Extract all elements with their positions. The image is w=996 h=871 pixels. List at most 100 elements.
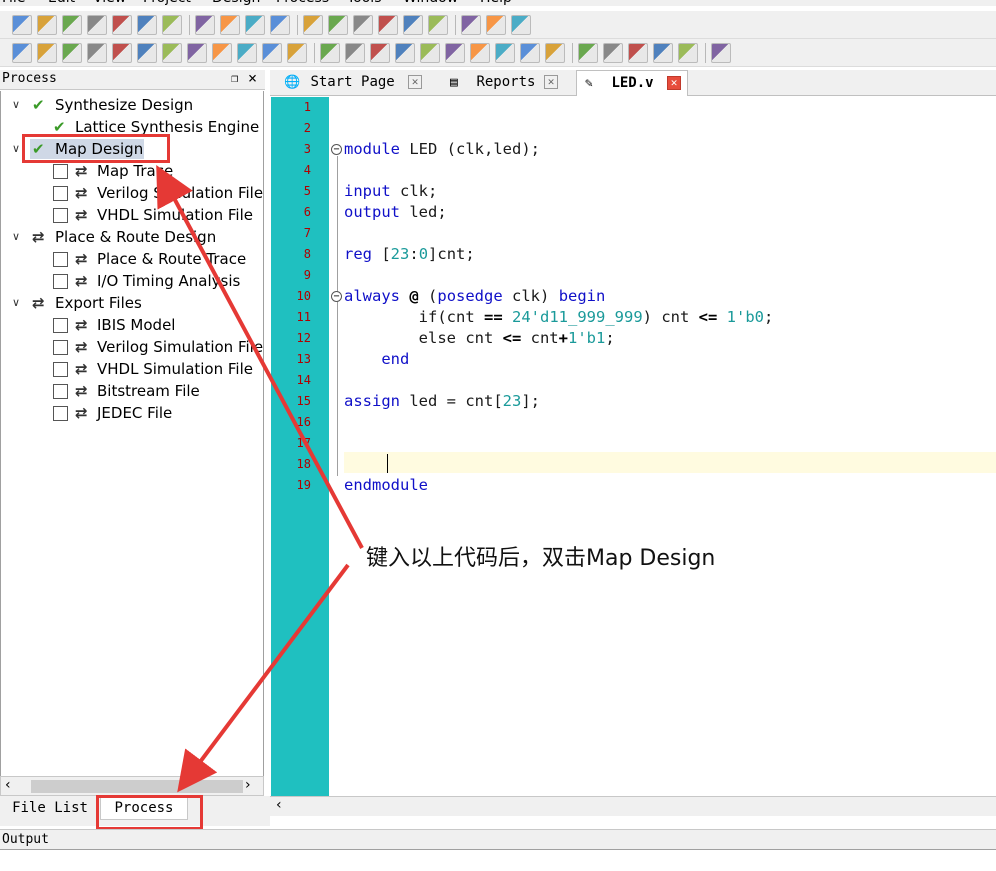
tree-item[interactable]: ⇄ Bitstream File (12, 380, 262, 402)
menu-item-window[interactable]: Window (403, 0, 458, 6)
toolbar-button-icon[interactable] (62, 15, 82, 35)
toolbar-button-icon[interactable] (328, 15, 348, 35)
fold-toggle-always[interactable]: − (331, 291, 342, 302)
toolbar-button-icon[interactable] (287, 43, 307, 63)
menu-item-tools[interactable]: Tools (347, 0, 382, 6)
toolbar-button-icon[interactable] (137, 15, 157, 35)
toolbar-button-icon[interactable] (495, 43, 515, 63)
pin-icon[interactable]: ❐ (231, 71, 238, 85)
tree-item[interactable]: ⇄ VHDL Simulation File (12, 204, 262, 226)
toolbar-button-icon[interactable] (12, 43, 32, 63)
menu-item-view[interactable]: View (93, 0, 126, 6)
checkbox[interactable] (53, 186, 68, 201)
code-line[interactable]: output led; (344, 202, 447, 223)
toolbar-button-icon[interactable] (187, 43, 207, 63)
toolbar-button-icon[interactable] (87, 15, 107, 35)
toolbar-button-icon[interactable] (353, 15, 373, 35)
checkbox[interactable] (53, 252, 68, 267)
toolbar-button-icon[interactable] (428, 15, 448, 35)
code-line[interactable]: always @ (posedge clk) begin (344, 286, 605, 307)
tree-item[interactable]: ⇄ I/O Timing Analysis (12, 270, 262, 292)
toolbar-button-icon[interactable] (237, 43, 257, 63)
toolbar-button-icon[interactable] (678, 43, 698, 63)
toolbar-button-icon[interactable] (62, 43, 82, 63)
fold-toggle-module[interactable]: − (331, 144, 342, 155)
toolbar-button-icon[interactable] (370, 43, 390, 63)
code-line[interactable]: module LED (clk,led); (344, 139, 540, 160)
toolbar-button-icon[interactable] (345, 43, 365, 63)
tree-item[interactable]: ⇄ Verilog Simulation File (12, 182, 263, 204)
toolbar-button-icon[interactable] (303, 15, 323, 35)
process-horizontal-scrollbar[interactable]: ‹ › (0, 776, 264, 796)
menu-item-design[interactable]: Design (212, 0, 260, 6)
toolbar-button-icon[interactable] (403, 15, 423, 35)
toolbar-button-icon[interactable] (212, 43, 232, 63)
scroll-left-icon[interactable]: ‹ (5, 777, 11, 793)
toolbar-button-icon[interactable] (245, 15, 265, 35)
menu-item-help[interactable]: Help (480, 0, 512, 6)
scroll-left-icon[interactable]: ‹ (276, 797, 282, 813)
code-line[interactable]: else cnt <= cnt+1'b1; (344, 328, 615, 349)
toolbar-button-icon[interactable] (653, 43, 673, 63)
toolbar-button-icon[interactable] (420, 43, 440, 63)
tab-led-v[interactable]: ✎ LED.v ✕ (576, 70, 688, 96)
checkbox[interactable] (53, 208, 68, 223)
toolbar-button-icon[interactable] (470, 43, 490, 63)
code-line[interactable]: reg [23:0]cnt; (344, 244, 475, 265)
tree-item[interactable]: ∨ ⇄ Export Files (12, 292, 262, 314)
toolbar-button-icon[interactable] (320, 43, 340, 63)
toolbar-button-icon[interactable] (445, 43, 465, 63)
toolbar-button-icon[interactable] (220, 15, 240, 35)
tree-item[interactable]: ⇄ IBIS Model (12, 314, 262, 336)
code-line[interactable]: assign led = cnt[23]; (344, 391, 540, 412)
toolbar-button-icon[interactable] (112, 15, 132, 35)
code-line[interactable]: if(cnt == 24'd11_999_999) cnt <= 1'b0; (344, 307, 774, 328)
toolbar-button-icon[interactable] (461, 15, 481, 35)
tree-item[interactable]: ⇄ Verilog Simulation File (12, 336, 263, 358)
tree-item[interactable]: ⇄ VHDL Simulation File (12, 358, 262, 380)
checkbox[interactable] (53, 274, 68, 289)
toolbar-button-icon[interactable] (162, 43, 182, 63)
menu-item-process[interactable]: Process (276, 0, 329, 6)
toolbar-button-icon[interactable] (270, 15, 290, 35)
chevron-down-icon[interactable]: ∨ (12, 94, 26, 116)
checkbox[interactable] (53, 318, 68, 333)
menu-item-file[interactable]: File (2, 0, 25, 6)
toolbar-button-icon[interactable] (603, 43, 623, 63)
tab-file-list[interactable]: File List (4, 797, 96, 820)
tree-item[interactable]: ⇄ JEDEC File (12, 402, 262, 424)
checkbox[interactable] (53, 406, 68, 421)
tree-item[interactable]: ∨ ✔ Synthesize Design (12, 94, 262, 116)
toolbar-button-icon[interactable] (711, 43, 731, 63)
toolbar-button-icon[interactable] (162, 15, 182, 35)
editor-horizontal-scrollbar[interactable]: ‹ (270, 796, 996, 816)
toolbar-button-icon[interactable] (87, 43, 107, 63)
checkbox[interactable] (53, 164, 68, 179)
tree-item[interactable]: ∨ ⇄ Place & Route Design (12, 226, 262, 248)
checkbox[interactable] (53, 362, 68, 377)
toolbar-button-icon[interactable] (578, 43, 598, 63)
close-icon[interactable]: ✕ (544, 75, 558, 89)
toolbar-button-icon[interactable] (195, 15, 215, 35)
toolbar-button-icon[interactable] (511, 15, 531, 35)
toolbar-button-icon[interactable] (395, 43, 415, 63)
toolbar-button-icon[interactable] (112, 43, 132, 63)
checkbox[interactable] (53, 340, 68, 355)
menu-item-project[interactable]: Project (143, 0, 191, 6)
code-line[interactable]: end (344, 349, 409, 370)
toolbar-button-icon[interactable] (628, 43, 648, 63)
toolbar-button-icon[interactable] (486, 15, 506, 35)
toolbar-button-icon[interactable] (378, 15, 398, 35)
tab-reports[interactable]: ▤ Reports ✕ (442, 70, 570, 96)
code-line[interactable]: input clk; (344, 181, 437, 202)
close-icon[interactable]: ✕ (408, 75, 422, 89)
toolbar-button-icon[interactable] (262, 43, 282, 63)
tree-item[interactable]: ⇄ Place & Route Trace (12, 248, 262, 270)
close-icon[interactable]: × (248, 69, 257, 87)
toolbar-button-icon[interactable] (520, 43, 540, 63)
toolbar-button-icon[interactable] (37, 15, 57, 35)
toolbar-button-icon[interactable] (12, 15, 32, 35)
chevron-down-icon[interactable]: ∨ (12, 226, 26, 248)
chevron-down-icon[interactable]: ∨ (12, 292, 26, 314)
close-icon[interactable]: ✕ (667, 76, 681, 90)
